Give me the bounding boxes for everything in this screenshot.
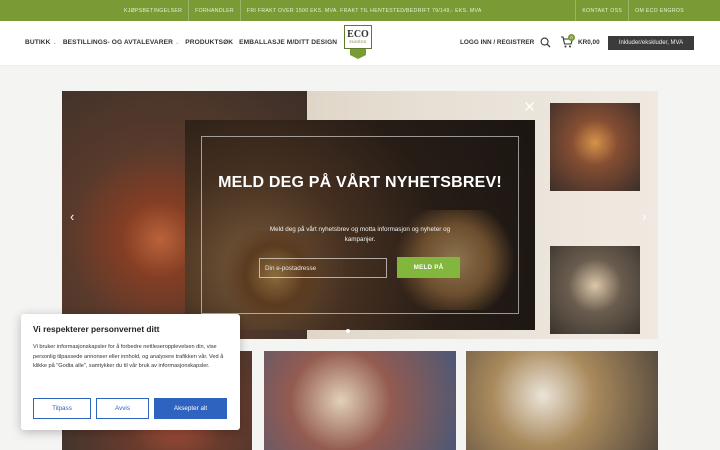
close-icon[interactable] bbox=[524, 101, 535, 112]
cart-count-badge: 0 bbox=[568, 34, 575, 41]
cookie-body: Vi bruker informasjonskapsler for å forb… bbox=[33, 344, 224, 369]
newsletter-email-input[interactable] bbox=[259, 258, 387, 278]
nav-item-custom-packaging[interactable]: EMBALLASJE M/DITT DESIGN bbox=[239, 39, 337, 46]
eco-engros-logo[interactable]: ECO ENGROS bbox=[344, 25, 372, 59]
logo-subtext: ENGROS bbox=[349, 40, 367, 44]
chevron-down-icon: ⌄ bbox=[174, 39, 180, 46]
slider-dots bbox=[346, 329, 350, 333]
search-icon[interactable] bbox=[540, 37, 551, 48]
cookie-title: Vi respekterer personvernet ditt bbox=[33, 324, 160, 334]
nav-item-label: BUTIKK bbox=[25, 39, 51, 46]
topbar-shipping-info: FRI FRAKT OVER 1500 EKS. MVA. FRAKT TIL … bbox=[246, 7, 482, 14]
chevron-down-icon: ⌄ bbox=[52, 39, 57, 46]
cookie-reject-button[interactable]: Avvis bbox=[96, 398, 149, 419]
topbar-link-contact[interactable]: KONTAKT OSS bbox=[575, 0, 628, 21]
nav-item-label: BESTILLINGS- OG AVTALEVARER bbox=[62, 39, 173, 46]
newsletter-submit-button[interactable]: MELD PÅ bbox=[397, 257, 460, 278]
nav-item-shop[interactable]: BUTIKK ⌄ bbox=[25, 39, 57, 46]
topbar-link-terms[interactable]: KJØPSBETINGELSER bbox=[118, 0, 190, 21]
login-register-link[interactable]: LOGG INN / REGISTRER bbox=[460, 39, 534, 46]
cookie-customize-button[interactable]: Tilpass bbox=[33, 398, 91, 419]
popup-subtitle: Meld deg på vårt nyhetsbrev og motta inf… bbox=[269, 226, 451, 243]
cookie-consent-banner: Vi respekterer personvernet ditt Vi bruk… bbox=[21, 314, 240, 430]
nav-item-label: EMBALLASJE M/DITT DESIGN bbox=[239, 39, 338, 46]
nav-item-label: PRODUKTSØK bbox=[185, 39, 234, 46]
vat-toggle-button[interactable]: Inkluder/ekskluder, MVA bbox=[608, 36, 694, 50]
logo-box: ECO ENGROS bbox=[344, 25, 372, 49]
cart-total[interactable]: KR0,00 bbox=[578, 39, 600, 46]
cookie-accept-button[interactable]: Aksepter alt bbox=[154, 398, 227, 419]
logo-text: ECO bbox=[347, 29, 369, 40]
site-header: BUTIKK ⌄ BESTILLINGS- OG AVTALEVARER ⌄ PRO… bbox=[0, 21, 720, 66]
main-nav: BUTIKK ⌄ BESTILLINGS- OG AVTALEVARER ⌄ PRO… bbox=[25, 39, 337, 46]
newsletter-popup: MELD DEG PÅ VÅRT NYHETSBREV! Meld deg på… bbox=[185, 120, 535, 330]
slider-dot[interactable] bbox=[346, 329, 350, 333]
top-info-bar: KJØPSBETINGELSER FORHANDLER FRI FRAKT OV… bbox=[0, 0, 720, 21]
logo-leaf bbox=[350, 49, 366, 59]
topbar-link-about[interactable]: OM ECO ENGROS bbox=[628, 0, 690, 21]
popup-title: MELD DEG PÅ VÅRT NYHETSBREV! bbox=[218, 174, 502, 191]
nav-item-orders[interactable]: BESTILLINGS- OG AVTALEVARER ⌄ bbox=[63, 39, 179, 46]
topbar-link-reseller[interactable]: FORHANDLER bbox=[189, 0, 241, 21]
nav-item-product-search[interactable]: PRODUKTSØK bbox=[185, 39, 233, 46]
